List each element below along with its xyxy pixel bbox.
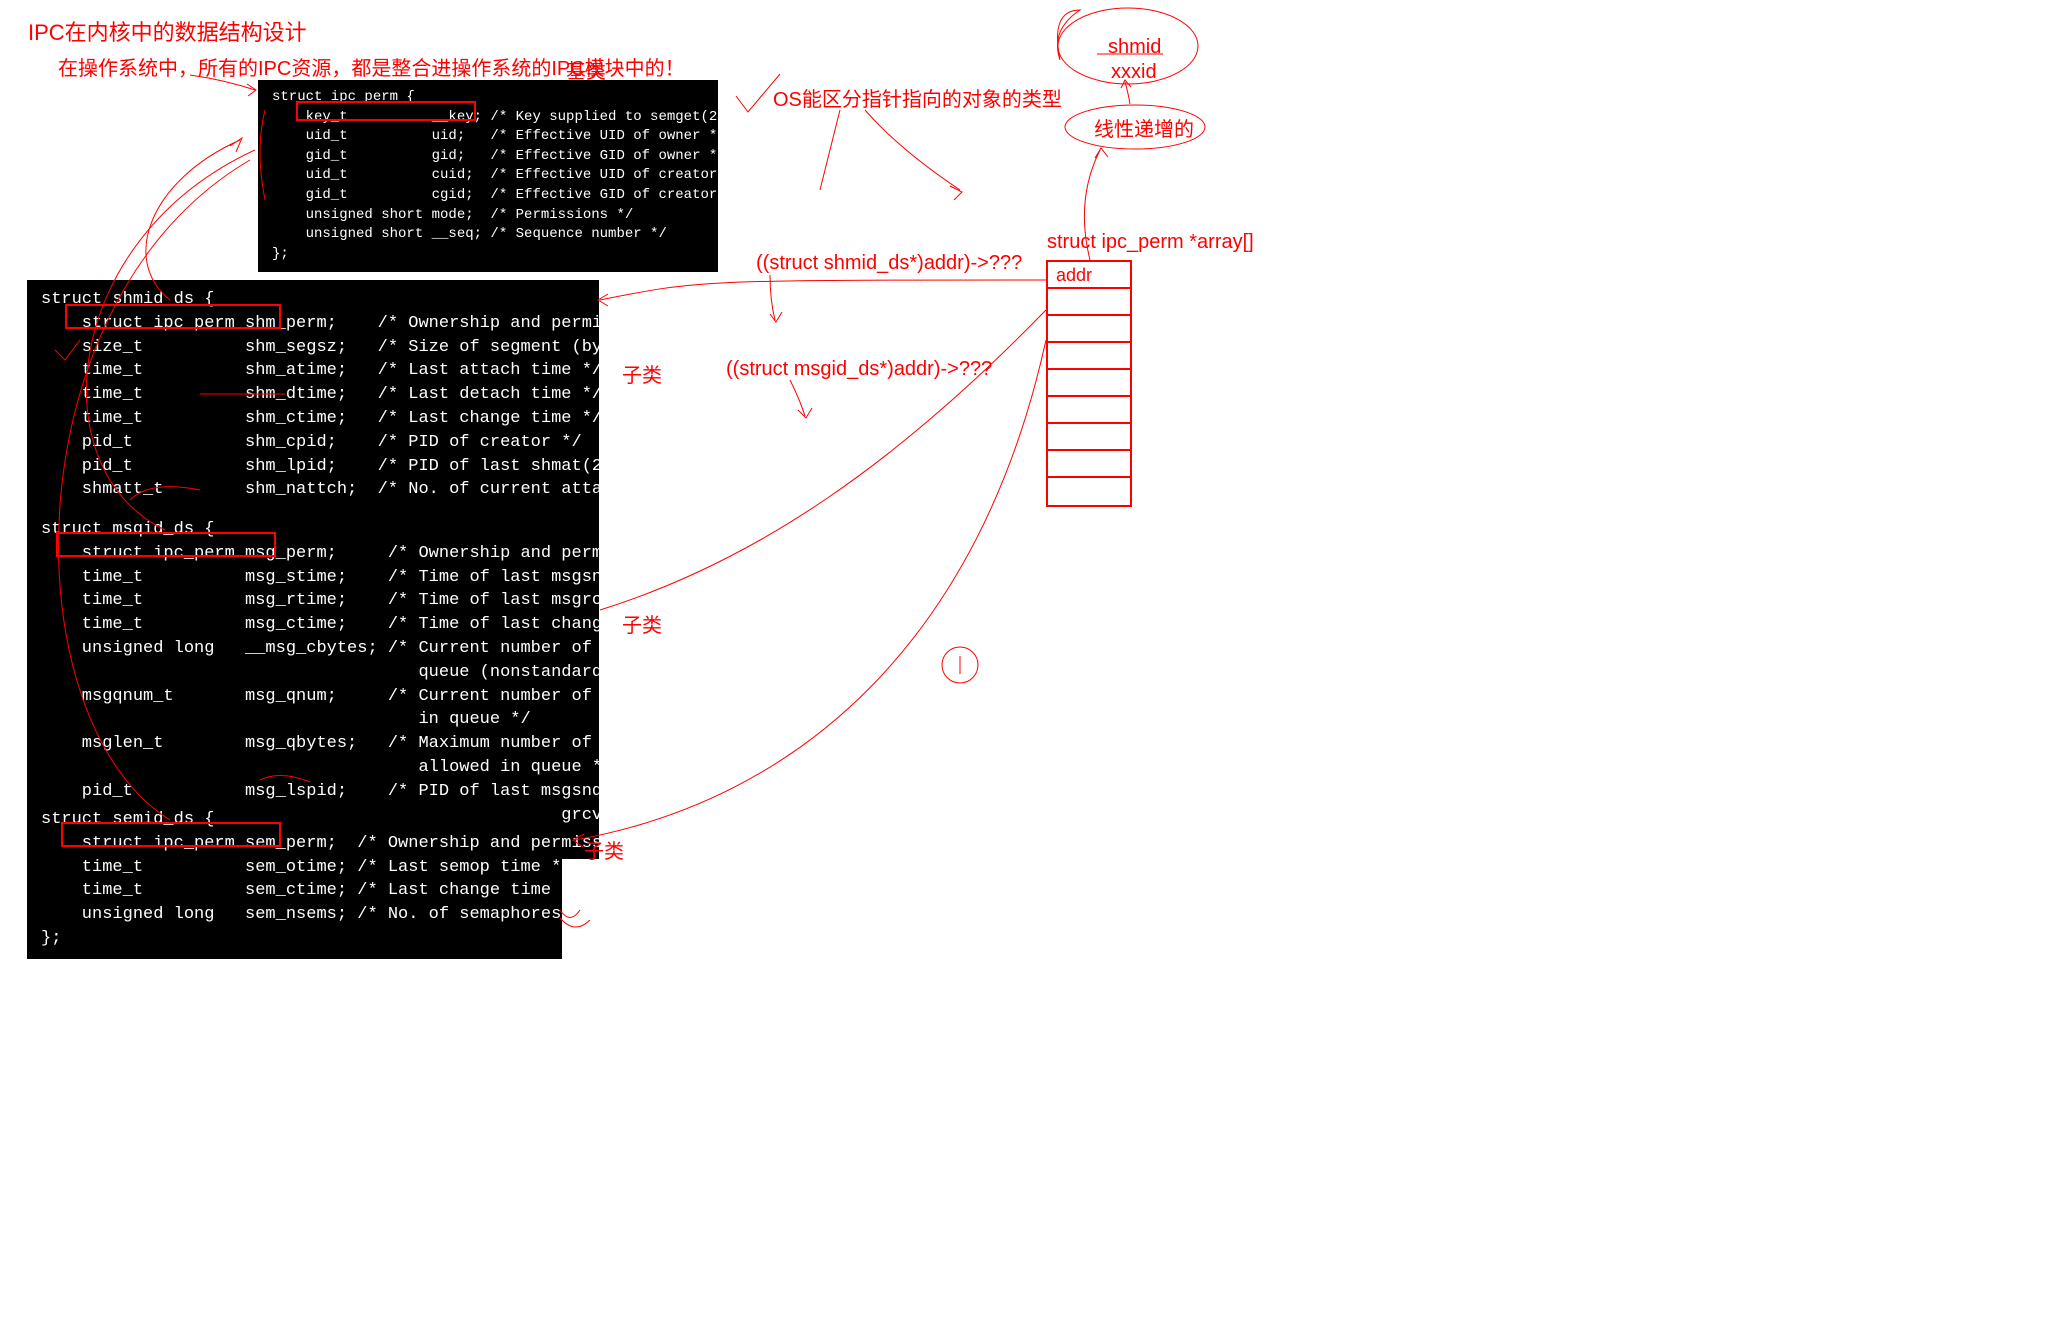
array-cell — [1048, 343, 1130, 370]
label-array-decl: struct ipc_perm *array[] — [1047, 228, 1254, 256]
label-cast-shmid: ((struct shmid_ds*)addr)->??? — [756, 249, 1022, 277]
label-sub-class-3: 子类 — [584, 838, 624, 866]
array-cell-0: addr — [1048, 262, 1130, 289]
array-cell — [1048, 316, 1130, 343]
array-cell — [1048, 370, 1130, 397]
diagram-canvas: IPC在内核中的数据结构设计 在操作系统中，所有的IPC资源，都是整合进操作系统… — [0, 0, 2046, 1322]
label-cast-msgid: ((struct msgid_ds*)addr)->??? — [726, 355, 992, 383]
highlight-sem-perm — [61, 822, 281, 847]
label-linear-inc: 线性递增的 — [1094, 116, 1194, 144]
array-cell — [1048, 289, 1130, 316]
array-table: addr — [1046, 260, 1132, 507]
array-cell — [1048, 451, 1130, 478]
highlight-shm-perm — [65, 304, 281, 329]
array-cell — [1048, 397, 1130, 424]
array-cell — [1048, 478, 1130, 505]
array-cell — [1048, 424, 1130, 451]
label-sub-class-1: 子类 — [622, 362, 662, 390]
highlight-key — [296, 101, 476, 121]
highlight-msg-perm — [56, 532, 276, 557]
label-os-distinguish: OS能区分指针指向的对象的类型 — [773, 86, 1062, 114]
page-title: IPC在内核中的数据结构设计 — [28, 18, 307, 49]
label-sub-class-2: 子类 — [622, 612, 662, 640]
label-shmid: shmid — [1108, 33, 1161, 61]
label-xxxid: xxxid — [1111, 58, 1157, 86]
